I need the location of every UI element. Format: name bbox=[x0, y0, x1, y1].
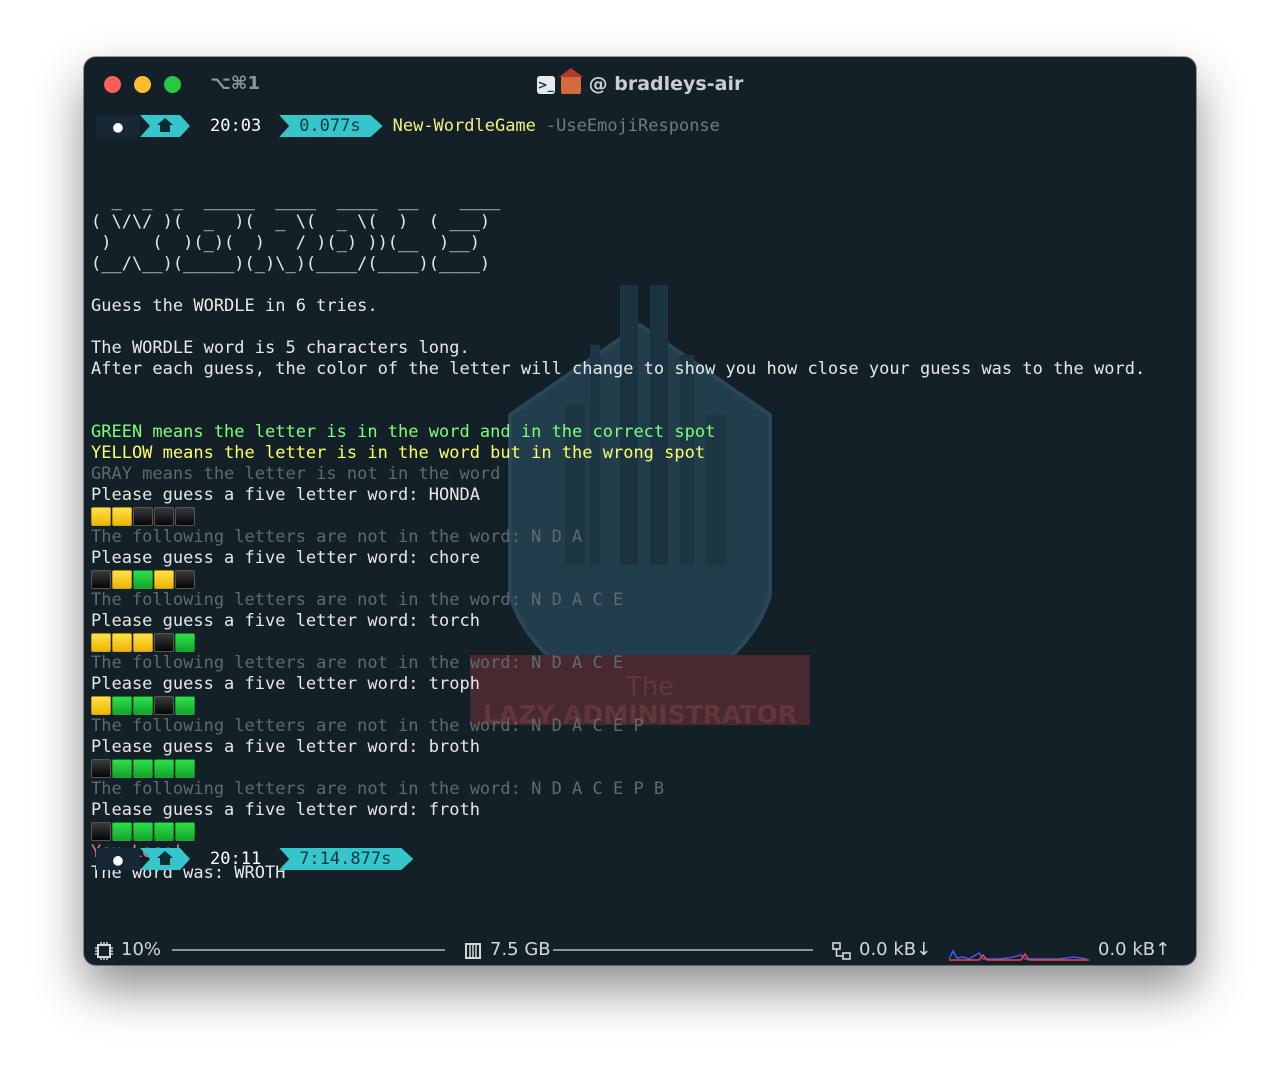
black-square bbox=[133, 507, 153, 526]
black-square bbox=[154, 633, 174, 652]
intro-line: Guess the WORDLE in 6 tries. bbox=[91, 296, 378, 316]
guess-prompt: Please guess a five letter word: torch bbox=[91, 611, 480, 631]
black-square bbox=[91, 759, 111, 778]
home-segment bbox=[140, 115, 190, 137]
guess-result-row bbox=[91, 506, 1191, 527]
home-icon bbox=[158, 120, 172, 132]
network-upload: 0.0 kB↑ bbox=[1098, 939, 1171, 960]
green-square bbox=[175, 696, 195, 715]
excluded-letters: The following letters are not in the wor… bbox=[91, 653, 624, 673]
command-name: New-WordleGame bbox=[392, 116, 536, 136]
legend-yellow: YELLOW means the letter is in the word b… bbox=[91, 443, 706, 463]
legend-green: GREEN means the letter is in the word an… bbox=[91, 422, 716, 442]
window-title-text: @ bradleys-air bbox=[588, 73, 744, 95]
legend-gray: GRAY means the letter is not in the word bbox=[91, 464, 501, 484]
black-square bbox=[175, 507, 195, 526]
black-square bbox=[91, 822, 111, 841]
network-download: 0.0 kB↓ bbox=[859, 939, 932, 960]
prompt-line-2: ● 20:11 7:14.877s bbox=[96, 848, 413, 870]
guess-list: Please guess a five letter word: HONDA Th… bbox=[91, 485, 1191, 842]
excluded-letters: The following letters are not in the wor… bbox=[91, 590, 624, 610]
black-square bbox=[154, 696, 174, 715]
black-square bbox=[175, 570, 195, 589]
memory-icon bbox=[465, 943, 481, 959]
green-square bbox=[175, 633, 195, 652]
guess-result-row bbox=[91, 695, 1191, 716]
memory-sparkline bbox=[553, 949, 813, 951]
excluded-letters: The following letters are not in the wor… bbox=[91, 527, 583, 547]
home-icon bbox=[158, 853, 172, 865]
yellow-square bbox=[91, 696, 111, 715]
green-square bbox=[175, 822, 195, 841]
green-square bbox=[133, 696, 153, 715]
network-icon bbox=[832, 942, 851, 960]
yellow-square bbox=[112, 633, 132, 652]
terminal-window[interactable]: The LAZY ADMINISTRATOR ⌥⌘1 >_ @ bradleys-… bbox=[84, 57, 1196, 965]
window-title: >_ @ bradleys-air bbox=[84, 67, 1196, 95]
cpu-usage: 10% bbox=[121, 939, 162, 960]
guess-prompt: Please guess a five letter word: broth bbox=[91, 737, 480, 757]
yellow-square bbox=[112, 507, 132, 526]
green-square bbox=[112, 759, 132, 778]
house-icon bbox=[558, 67, 583, 94]
black-square bbox=[91, 570, 111, 589]
intro-line: After each guess, the color of the lette… bbox=[91, 359, 1146, 379]
prompt-time: 20:03 bbox=[210, 116, 262, 136]
green-square bbox=[175, 759, 195, 778]
ascii-art-line: (__/\__)(_____)(_)\_)(____/(____)(____) bbox=[91, 254, 491, 274]
memory-usage: 7.5 GB bbox=[490, 939, 551, 960]
command-parameter: -UseEmojiResponse bbox=[545, 116, 720, 136]
guess-result-row bbox=[91, 569, 1191, 590]
prompt-duration: 0.077s bbox=[279, 115, 382, 137]
prompt-duration: 7:14.877s bbox=[279, 848, 413, 870]
ascii-art-line: _ _ _ _____ ____ ____ __ ____ bbox=[91, 191, 501, 211]
prompt-line-1: ● 20:03 0.077s New-WordleGame -UseEmojiR… bbox=[96, 115, 720, 137]
guess-prompt: Please guess a five letter word: HONDA bbox=[91, 485, 480, 505]
terminal-output[interactable]: _ _ _ _____ ____ ____ __ ____ ( \/\/ )( … bbox=[91, 170, 1191, 884]
guess-prompt: Please guess a five letter word: froth bbox=[91, 800, 480, 820]
guess-result-row bbox=[91, 758, 1191, 779]
ascii-art-line: ) ( )(_)( ) / )(_) ))(__ )__) bbox=[91, 233, 480, 253]
green-square bbox=[133, 570, 153, 589]
status-bar: 10% 7.5 GB 0.0 kB↓ 0.0 kB↑ bbox=[94, 937, 1189, 963]
apple-icon: ● bbox=[96, 848, 140, 870]
cpu-icon bbox=[95, 942, 113, 960]
prompt-time: 20:11 bbox=[210, 849, 262, 869]
green-square bbox=[112, 696, 132, 715]
guess-result-row bbox=[91, 632, 1191, 653]
green-square bbox=[154, 822, 174, 841]
apple-icon: ● bbox=[96, 115, 140, 137]
excluded-letters: The following letters are not in the wor… bbox=[91, 716, 644, 736]
guess-result-row bbox=[91, 821, 1191, 842]
yellow-square bbox=[154, 570, 174, 589]
cpu-sparkline bbox=[172, 949, 445, 951]
green-square bbox=[112, 822, 132, 841]
ascii-art-line: ( \/\/ )( _ )( _ \( _ \( ) ( ___) bbox=[91, 212, 491, 232]
intro-line: The WORDLE word is 5 characters long. bbox=[91, 338, 470, 358]
black-square bbox=[154, 507, 174, 526]
green-square bbox=[133, 759, 153, 778]
excluded-letters: The following letters are not in the wor… bbox=[91, 779, 665, 799]
guess-prompt: Please guess a five letter word: chore bbox=[91, 548, 480, 568]
network-sparkline bbox=[949, 949, 1089, 961]
powershell-icon: >_ bbox=[536, 75, 555, 94]
green-square bbox=[154, 759, 174, 778]
yellow-square bbox=[91, 507, 111, 526]
home-segment bbox=[140, 848, 190, 870]
green-square bbox=[133, 822, 153, 841]
guess-prompt: Please guess a five letter word: troph bbox=[91, 674, 480, 694]
title-bar[interactable]: ⌥⌘1 >_ @ bradleys-air bbox=[84, 57, 1196, 113]
yellow-square bbox=[133, 633, 153, 652]
yellow-square bbox=[91, 633, 111, 652]
yellow-square bbox=[112, 570, 132, 589]
